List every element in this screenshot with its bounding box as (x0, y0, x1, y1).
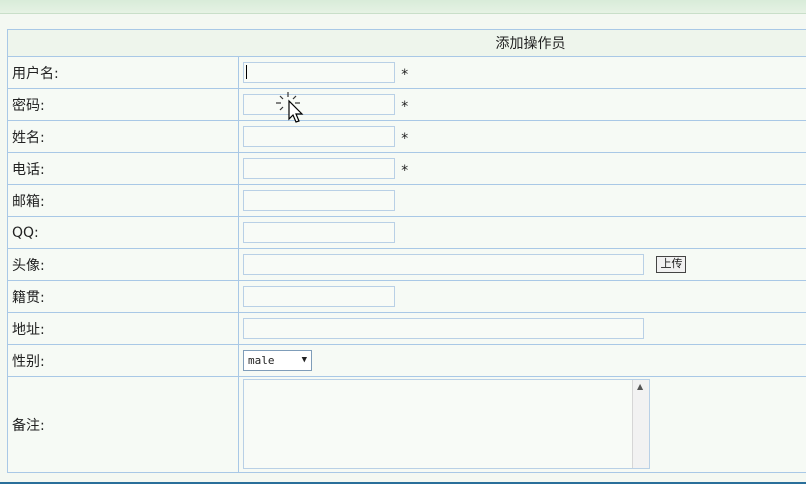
address-cell (238, 312, 806, 345)
row-email: 邮箱: (7, 184, 806, 217)
username-label: 用户名: (7, 56, 239, 89)
row-password: 密码: * (7, 88, 806, 121)
qq-input[interactable] (243, 222, 395, 243)
remarks-label: 备注: (7, 376, 239, 473)
password-input[interactable] (243, 94, 395, 115)
phone-input[interactable] (243, 158, 395, 179)
row-address: 地址: (7, 312, 806, 345)
gender-label: 性别: (7, 344, 239, 377)
top-bar (0, 0, 806, 14)
row-avatar: 头像: 上传 (7, 248, 806, 281)
name-label: 姓名: (7, 120, 239, 153)
form-title: 添加操作员 (495, 36, 566, 52)
password-required-mark: * (400, 98, 409, 115)
phone-required-mark: * (400, 162, 409, 179)
address-input[interactable] (243, 318, 644, 339)
add-operator-form: 添加操作员 用户名: * 密码: * 姓名: * 电话: * 邮箱: QQ: 头… (7, 29, 806, 473)
hometown-cell (238, 280, 806, 313)
row-phone: 电话: * (7, 152, 806, 185)
password-cell: * (238, 88, 806, 121)
username-required-mark: * (400, 66, 409, 83)
password-label: 密码: (7, 88, 239, 121)
email-label: 邮箱: (7, 184, 239, 217)
busy-pointer-icon (276, 92, 304, 123)
text-caret (246, 65, 247, 79)
hometown-input[interactable] (243, 286, 395, 307)
phone-label: 电话: (7, 152, 239, 185)
username-cell: * (238, 56, 806, 89)
avatar-cell: 上传 (238, 248, 806, 281)
email-cell (238, 184, 806, 217)
remarks-scrollbar[interactable]: ▲ (632, 380, 649, 468)
gender-cell: male ▼ (238, 344, 806, 377)
phone-cell: * (238, 152, 806, 185)
gender-select[interactable]: male ▼ (243, 350, 312, 371)
upload-button[interactable]: 上传 (656, 256, 687, 273)
username-input[interactable] (243, 62, 395, 83)
row-name: 姓名: * (7, 120, 806, 153)
name-cell: * (238, 120, 806, 153)
hometown-label: 籍贯: (7, 280, 239, 313)
row-gender: 性别: male ▼ (7, 344, 806, 377)
name-required-mark: * (400, 130, 409, 147)
row-username: 用户名: * (7, 56, 806, 89)
address-label: 地址: (7, 312, 239, 345)
name-input[interactable] (243, 126, 395, 147)
row-qq: QQ: (7, 216, 806, 249)
remarks-cell: ▲ (238, 376, 806, 473)
gender-selected-value: male (248, 354, 275, 367)
form-header: 添加操作员 (7, 29, 806, 57)
avatar-input[interactable] (243, 254, 644, 275)
remarks-textarea[interactable]: ▲ (243, 379, 650, 469)
row-hometown: 籍贯: (7, 280, 806, 313)
qq-label: QQ: (7, 216, 239, 249)
scroll-up-icon[interactable]: ▲ (637, 382, 643, 391)
qq-cell (238, 216, 806, 249)
email-input[interactable] (243, 190, 395, 211)
dropdown-arrow-icon: ▼ (301, 355, 307, 365)
row-remarks: 备注: ▲ (7, 376, 806, 473)
avatar-label: 头像: (7, 248, 239, 281)
